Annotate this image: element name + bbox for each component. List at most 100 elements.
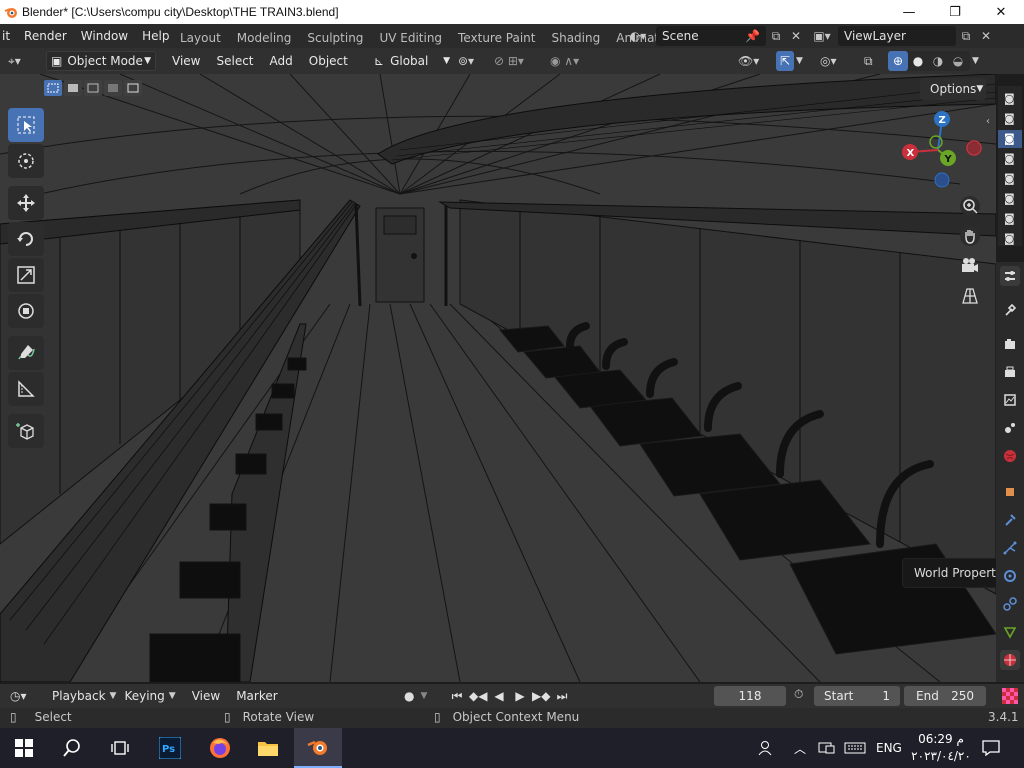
camera-toggle-icon[interactable]: ◙ <box>1004 92 1015 105</box>
move-tool[interactable] <box>8 186 44 220</box>
tab-layout[interactable]: Layout <box>172 24 229 48</box>
close-button[interactable]: ✕ <box>978 0 1024 24</box>
physics-properties-icon[interactable] <box>1000 566 1020 586</box>
xray-toggle-icon[interactable]: ⧉ <box>864 51 882 71</box>
tools-wrench-icon[interactable] <box>1000 300 1020 320</box>
annotate-tool[interactable] <box>8 336 44 370</box>
cursor-tool[interactable] <box>8 144 44 178</box>
zoom-icon[interactable] <box>956 192 984 220</box>
blender-taskbar-button[interactable] <box>294 728 342 768</box>
photoshop-taskbar-button[interactable]: Ps <box>146 728 194 768</box>
end-frame-field[interactable]: End 250 <box>904 686 986 706</box>
file-explorer-taskbar-button[interactable] <box>244 728 292 768</box>
input-language[interactable]: ENG <box>876 728 902 768</box>
start-button[interactable] <box>0 728 48 768</box>
transform-tool[interactable] <box>8 294 44 328</box>
maximize-button[interactable]: ❐ <box>932 0 978 24</box>
pin-icon[interactable]: 📌 <box>745 29 760 43</box>
gizmo-toggle-icon[interactable]: ⇱ <box>776 51 794 71</box>
task-view-button[interactable] <box>96 728 144 768</box>
material-shading-icon[interactable]: ◑ <box>928 51 948 71</box>
tab-uv-editing[interactable]: UV Editing <box>371 24 450 48</box>
scene-selector[interactable]: Scene 📌 <box>656 26 766 46</box>
scale-tool[interactable] <box>8 258 44 292</box>
wireframe-shading-icon[interactable]: ⊕ <box>888 51 908 71</box>
data-properties-icon[interactable] <box>1000 622 1020 642</box>
auto-keying-button[interactable]: ● ▼ <box>404 687 440 705</box>
select-invert-icon[interactable] <box>104 80 122 96</box>
camera-toggle-icon[interactable]: ◙ <box>1004 172 1015 185</box>
pan-hand-icon[interactable] <box>956 222 984 250</box>
menu-keying[interactable]: Keying <box>116 689 172 703</box>
play-icon[interactable]: ▶ <box>511 689 529 703</box>
firefox-taskbar-button[interactable] <box>196 728 244 768</box>
jump-end-icon[interactable]: ⏭ <box>553 689 571 704</box>
measure-tool[interactable] <box>8 372 44 406</box>
sidebar-toggle-icon[interactable]: ‹ <box>986 116 990 127</box>
people-icon[interactable] <box>756 728 774 768</box>
play-reverse-icon[interactable]: ◀ <box>490 689 508 703</box>
scene-type-icon[interactable]: ◐▾ <box>628 26 648 46</box>
new-view-layer-icon[interactable]: ⧉ <box>956 26 976 46</box>
object-properties-icon[interactable] <box>1000 482 1020 502</box>
notifications-icon[interactable] <box>982 728 1000 768</box>
tab-sculpting[interactable]: Sculpting <box>299 24 371 48</box>
render-properties-icon[interactable] <box>1000 334 1020 354</box>
camera-toggle-icon[interactable]: ◙ <box>1004 152 1015 165</box>
menu-edit[interactable]: it <box>0 24 17 48</box>
camera-toggle-icon[interactable]: ◙ <box>1004 132 1015 145</box>
view-layer-icon[interactable]: ▣▾ <box>812 26 832 46</box>
preview-range-icon[interactable]: ⏱ <box>794 687 803 702</box>
overlay-toggle-icon[interactable]: ◎▾ <box>820 51 850 71</box>
editor-type-icon[interactable]: ⌖▾ <box>8 52 42 70</box>
tab-shading[interactable]: Shading <box>543 24 608 48</box>
tab-texture-paint[interactable]: Texture Paint <box>450 24 543 48</box>
gizmo-dropdown-icon[interactable]: ▼ <box>796 51 810 71</box>
select-new-icon[interactable] <box>44 80 62 96</box>
menu-object[interactable]: Object <box>301 54 356 68</box>
jump-start-icon[interactable]: ⏮ <box>448 689 466 704</box>
menu-view[interactable]: View <box>164 54 208 68</box>
select-box-tool[interactable] <box>8 108 44 142</box>
delete-scene-icon[interactable]: ✕ <box>786 26 806 46</box>
menu-render[interactable]: Render <box>17 24 74 48</box>
camera-toggle-icon[interactable]: ◙ <box>1004 192 1015 205</box>
menu-playback[interactable]: Playback <box>44 689 114 703</box>
start-frame-field[interactable]: Start 1 <box>814 686 900 706</box>
constraint-properties-icon[interactable] <box>1000 594 1020 614</box>
proportional-edit-icon[interactable]: ◉ ∧▾ <box>550 51 600 71</box>
menu-help[interactable]: Help <box>135 24 176 48</box>
perspective-grid-icon[interactable] <box>956 282 984 310</box>
search-button[interactable] <box>48 728 96 768</box>
world-properties-icon[interactable] <box>1000 446 1020 466</box>
next-keyframe-icon[interactable]: ▶◆ <box>532 689 550 703</box>
output-properties-icon[interactable] <box>1000 362 1020 382</box>
rendered-shading-icon[interactable]: ◒ <box>948 51 968 71</box>
tool-properties-icon[interactable] <box>1000 266 1020 286</box>
scene-properties-icon[interactable] <box>1000 418 1020 438</box>
rotate-tool[interactable] <box>8 222 44 256</box>
camera-toggle-icon[interactable]: ◙ <box>1004 112 1015 125</box>
object-mode-dropdown[interactable]: ▣ Object Mode ▼ <box>46 51 156 71</box>
add-cube-tool[interactable] <box>8 414 44 448</box>
snap-toggle-icon[interactable]: ⊘ ⊞▾ <box>494 51 544 71</box>
transform-orientation-dropdown[interactable]: ⊾ Global ▼ <box>374 51 450 71</box>
show-hidden-icons[interactable]: ︿ <box>794 728 806 768</box>
delete-view-layer-icon[interactable]: ✕ <box>976 26 996 46</box>
menu-marker[interactable]: Marker <box>228 689 285 703</box>
particle-properties-icon[interactable] <box>1000 538 1020 558</box>
menu-select[interactable]: Select <box>208 54 261 68</box>
modifier-properties-icon[interactable] <box>1000 510 1020 530</box>
view-layer-selector[interactable]: ViewLayer <box>838 26 956 46</box>
menu-window[interactable]: Window <box>74 24 135 48</box>
timeline-editor-type-icon[interactable]: ◷▾ <box>10 689 40 703</box>
shading-dropdown-icon[interactable]: ▼ <box>972 51 986 71</box>
select-extend-icon[interactable] <box>64 80 82 96</box>
camera-toggle-icon[interactable]: ◙ <box>1004 232 1015 245</box>
pivot-point-icon[interactable]: ⊚▾ <box>458 51 488 71</box>
select-subtract-icon[interactable] <box>84 80 102 96</box>
minimize-button[interactable]: — <box>886 0 932 24</box>
tab-modeling[interactable]: Modeling <box>229 24 300 48</box>
3d-viewport[interactable]: Options ▼ Z Y X ‹ World Propert <box>0 74 996 682</box>
material-properties-icon[interactable] <box>1000 650 1020 670</box>
